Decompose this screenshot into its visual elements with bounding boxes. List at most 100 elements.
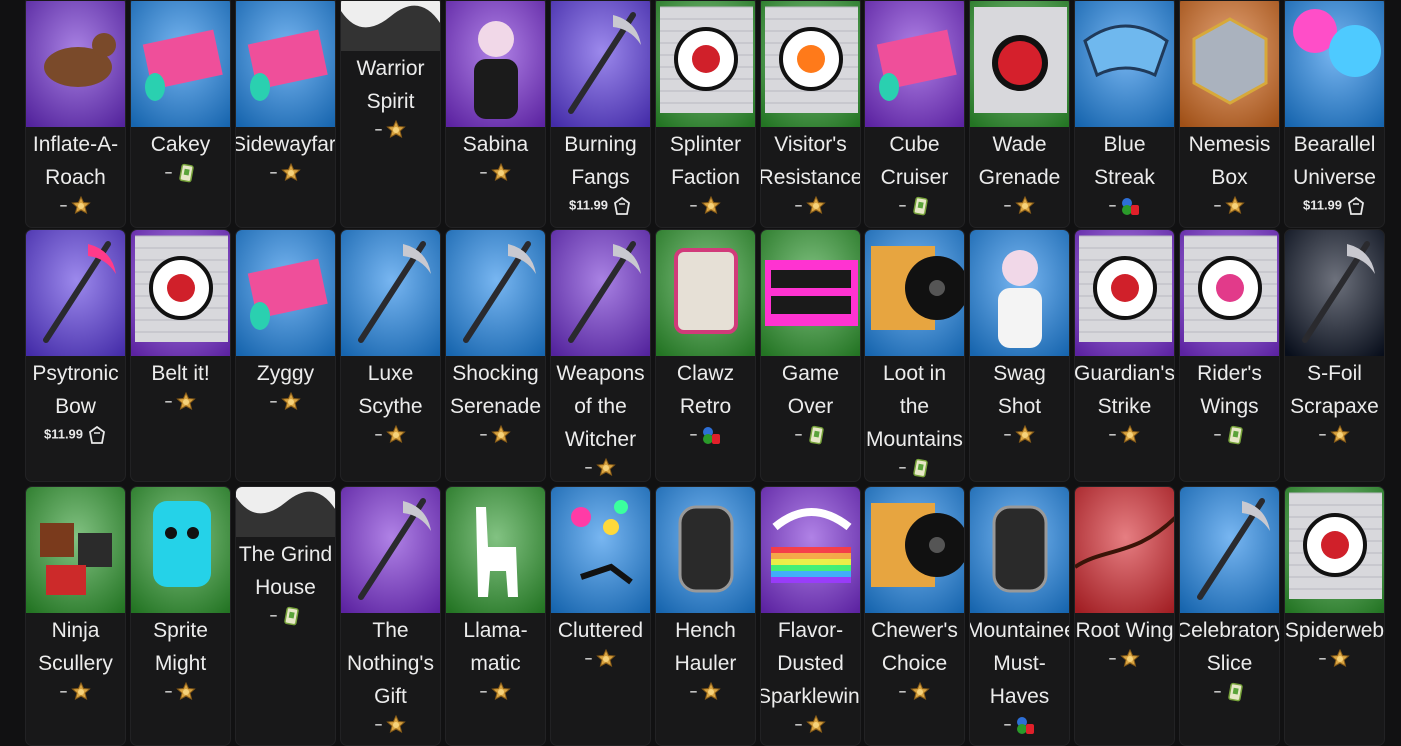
item-card[interactable]: Swag Shot –: [969, 229, 1070, 482]
item-name: Loot in the Mountains: [865, 357, 964, 456]
item-card[interactable]: Sprite Might –: [130, 486, 231, 746]
reward-card-icon: [1225, 425, 1245, 445]
item-price: –: [341, 715, 440, 735]
item-name: Celebratory Slice: [1179, 614, 1280, 680]
item-name-line: Celebratory: [1179, 619, 1280, 642]
item-card[interactable]: Guardian's Strike –: [1074, 229, 1175, 482]
item-card[interactable]: Wade Grenade –: [969, 0, 1070, 228]
item-card[interactable]: Spiderweb –: [1284, 486, 1385, 746]
item-card[interactable]: Nemesis Box –: [1179, 0, 1280, 228]
item-price: –: [761, 196, 860, 216]
price-text: –: [479, 426, 488, 442]
item-card[interactable]: Rider's Wings –: [1179, 229, 1280, 482]
item-card[interactable]: Ninja Scullery –: [25, 486, 126, 746]
item-name-line: matic: [470, 652, 521, 675]
item-card[interactable]: Luxe Scythe –: [340, 229, 441, 482]
item-card[interactable]: Shocking Serenade –: [445, 229, 546, 482]
item-card[interactable]: Zyggy –: [235, 229, 336, 482]
item-card[interactable]: Sabina –: [445, 0, 546, 228]
item-name-line: Cruiser: [880, 166, 949, 189]
item-card[interactable]: Inflate-A- Roach –: [25, 0, 126, 228]
item-name-line: Inflate-A-: [32, 133, 119, 156]
battle-pass-icon: [491, 425, 511, 445]
kitchen-icon: [26, 487, 125, 613]
item-price: –: [656, 196, 755, 216]
item-card[interactable]: Psytronic Bow $11.99: [25, 229, 126, 482]
item-name-line: Psytronic: [32, 362, 119, 385]
item-card[interactable]: Splinter Faction –: [655, 0, 756, 228]
price-text: –: [1213, 683, 1222, 699]
item-card[interactable]: Warrior Spirit –: [340, 0, 441, 228]
spray-emblem-icon: [656, 1, 755, 127]
item-name-line: Roach: [45, 166, 106, 189]
item-name: Cakey: [131, 128, 230, 161]
spray-wings-icon: [1180, 230, 1279, 356]
battle-pass-icon: [596, 649, 616, 669]
item-card[interactable]: Loot in the Mountains –: [864, 229, 965, 482]
item-name-line: Serenade: [449, 395, 542, 418]
music-record-icon: [865, 487, 964, 613]
item-price: –: [131, 392, 230, 412]
price-text: –: [898, 683, 907, 699]
item-card[interactable]: Belt it! –: [130, 229, 231, 482]
item-card[interactable]: The Grind House –: [235, 486, 336, 746]
price-text: –: [1213, 426, 1222, 442]
item-name-line: Bow: [55, 395, 96, 418]
item-card[interactable]: Chewer's Choice –: [864, 486, 965, 746]
item-name-line: Visitor's: [774, 133, 847, 156]
item-name-line: Chewer's: [871, 619, 958, 642]
reward-card-icon: [176, 163, 196, 183]
item-card[interactable]: Weapons of the Witcher –: [550, 229, 651, 482]
spray-web-icon: [1285, 487, 1384, 613]
item-card[interactable]: The Nothing's Gift –: [340, 486, 441, 746]
item-name-line: Guardian's: [1074, 362, 1175, 385]
item-card[interactable]: Celebratory Slice –: [1179, 486, 1280, 746]
item-card[interactable]: Burning Fangs $11.99: [550, 0, 651, 228]
console-exclusive-icon: [701, 425, 721, 445]
battle-pass-icon: [491, 682, 511, 702]
price-text: –: [898, 197, 907, 213]
item-card[interactable]: Clawz Retro –: [655, 229, 756, 482]
price-text: –: [584, 650, 593, 666]
item-card[interactable]: Root Wing –: [1074, 486, 1175, 746]
console-exclusive-icon: [1120, 196, 1140, 216]
item-card[interactable]: Cube Cruiser –: [864, 0, 965, 228]
item-price: –: [761, 715, 860, 735]
item-name: Cluttered: [551, 614, 650, 647]
battle-pass-icon: [386, 120, 406, 140]
item-name-line: Cube: [889, 133, 940, 156]
item-card[interactable]: Bearallel Universe $11.99: [1284, 0, 1385, 228]
item-name: Inflate-A- Roach: [26, 128, 125, 194]
item-name-line: the: [899, 395, 930, 418]
item-card[interactable]: Llama-matic –: [445, 486, 546, 746]
item-name: Flavor- Dusted Sparklewings: [761, 614, 860, 713]
item-name-line: Scullery: [38, 652, 113, 675]
item-card[interactable]: Cakey –: [130, 0, 231, 228]
item-name-line: Cakey: [150, 133, 211, 156]
item-card[interactable]: S-Foil Scrapaxe –: [1284, 229, 1385, 482]
item-name-line: Scythe: [358, 395, 423, 418]
price-text: $11.99: [43, 426, 84, 442]
item-price: –: [446, 682, 545, 702]
item-name: Rider's Wings: [1180, 357, 1279, 423]
item-name: Belt it!: [131, 357, 230, 390]
battle-pass-icon: [596, 458, 616, 478]
item-price: –: [551, 649, 650, 669]
item-card[interactable]: Mountaineer's Must- Haves –: [969, 486, 1070, 746]
price-text: –: [374, 716, 383, 732]
item-price: –: [1180, 196, 1279, 216]
item-price: –: [26, 196, 125, 216]
item-card[interactable]: Visitor's Resistance –: [760, 0, 861, 228]
price-text: –: [1108, 426, 1117, 442]
item-card[interactable]: Game Over –: [760, 229, 861, 482]
item-price: –: [865, 196, 964, 216]
item-card[interactable]: Flavor- Dusted Sparklewings –: [760, 486, 861, 746]
item-name: Zyggy: [236, 357, 335, 390]
item-name-line: Rider's: [1197, 362, 1262, 385]
item-card[interactable]: Cluttered –: [550, 486, 651, 746]
item-name-line: Fangs: [571, 166, 630, 189]
item-card[interactable]: Blue Streak –: [1074, 0, 1175, 228]
item-card[interactable]: Sidewayfarer –: [235, 0, 336, 228]
item-card[interactable]: Hench Hauler –: [655, 486, 756, 746]
price-text: –: [1318, 426, 1327, 442]
